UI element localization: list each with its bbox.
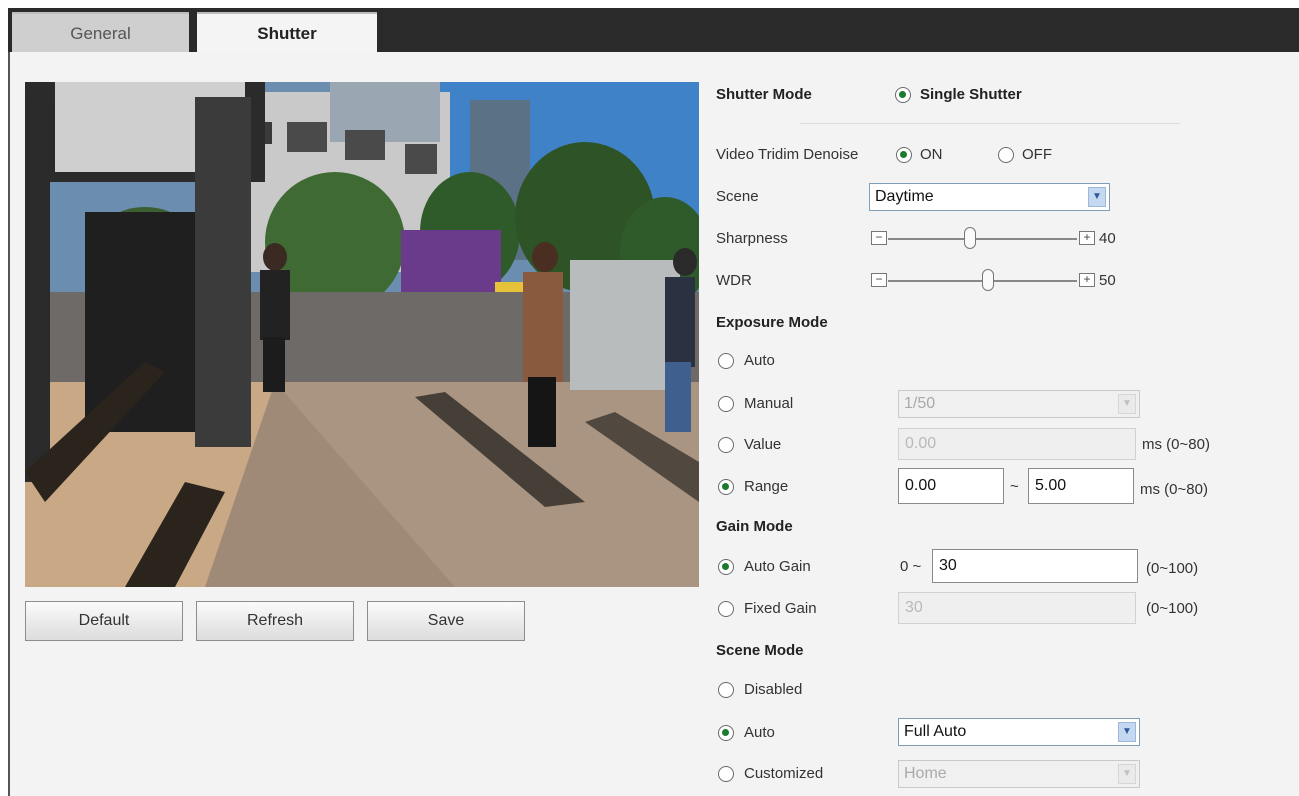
chevron-down-icon: ▼ [1118, 722, 1136, 742]
wdr-decrease-button[interactable]: − [871, 273, 887, 287]
scene-select-value: Daytime [875, 188, 934, 205]
scene-mode-disabled-radio[interactable] [718, 682, 734, 698]
wdr-slider-thumb[interactable] [982, 269, 994, 291]
auto-gain-label: Auto Gain [744, 558, 811, 575]
wdr-label: WDR [716, 272, 752, 289]
fixed-gain-label: Fixed Gain [744, 600, 817, 617]
single-shutter-radio[interactable] [895, 87, 911, 103]
scene-mode-customized-label: Customized [744, 765, 824, 782]
scene-label: Scene [716, 188, 759, 205]
save-button[interactable]: Save [367, 601, 525, 641]
auto-gain-input[interactable]: 30 [932, 549, 1138, 583]
exposure-auto-label: Auto [744, 352, 775, 369]
exposure-value-radio[interactable] [718, 437, 734, 453]
video-preview-image [25, 82, 699, 587]
scene-mode-auto-select[interactable]: Full Auto ▼ [898, 718, 1140, 746]
scene-mode-customized-value: Home [904, 765, 947, 782]
exposure-value-input[interactable]: 0.00 [898, 428, 1136, 460]
sharpness-decrease-button[interactable]: − [871, 231, 887, 245]
fixed-gain-range: (0~100) [1146, 600, 1199, 617]
exposure-range-radio[interactable] [718, 479, 734, 495]
exposure-range-min-input[interactable]: 0.00 [898, 468, 1004, 504]
scene-mode-title: Scene Mode [716, 642, 804, 659]
video-preview [25, 82, 699, 587]
chevron-down-icon: ▼ [1088, 187, 1106, 207]
auto-gain-prefix: 0 ~ [900, 558, 922, 575]
wdr-value: 50 [1099, 272, 1116, 289]
shutter-mode-label: Shutter Mode [716, 86, 812, 103]
section-divider [800, 123, 1180, 124]
auto-gain-range: (0~100) [1146, 560, 1199, 577]
tab-shutter[interactable]: Shutter [197, 12, 377, 52]
exposure-value-range: ms (0~80) [1142, 436, 1210, 453]
exposure-manual-value: 1/50 [904, 395, 936, 412]
exposure-manual-select[interactable]: 1/50 ▼ [898, 390, 1140, 418]
scene-select[interactable]: Daytime ▼ [869, 183, 1110, 211]
exposure-mode-title: Exposure Mode [716, 314, 828, 331]
shutter-settings-page: General Shutter Default Refresh Save Shu… [0, 0, 1299, 796]
exposure-manual-label: Manual [744, 395, 794, 412]
sharpness-increase-button[interactable]: + [1079, 231, 1095, 245]
fixed-gain-radio[interactable] [718, 601, 734, 617]
scene-mode-customized-select[interactable]: Home ▼ [898, 760, 1140, 788]
refresh-button[interactable]: Refresh [196, 601, 354, 641]
denoise-off-radio[interactable] [998, 147, 1014, 163]
panel-left-border [8, 52, 10, 796]
single-shutter-label: Single Shutter [920, 86, 1022, 103]
exposure-range-max-input[interactable]: 5.00 [1028, 468, 1134, 504]
scene-mode-auto-label: Auto [744, 724, 775, 741]
chevron-down-icon: ▼ [1118, 394, 1136, 414]
exposure-manual-radio[interactable] [718, 396, 734, 412]
gain-mode-title: Gain Mode [716, 518, 793, 535]
scene-mode-disabled-label: Disabled [744, 681, 803, 698]
fixed-gain-input[interactable]: 30 [898, 592, 1136, 624]
exposure-auto-radio[interactable] [718, 353, 734, 369]
sharpness-slider-thumb[interactable] [964, 227, 976, 249]
denoise-on-radio[interactable] [896, 147, 912, 163]
default-button[interactable]: Default [25, 601, 183, 641]
exposure-range-unit: ms (0~80) [1140, 481, 1208, 498]
auto-gain-radio[interactable] [718, 559, 734, 575]
exposure-value-label: Value [744, 436, 782, 453]
scene-mode-auto-value: Full Auto [904, 723, 967, 740]
sharpness-label: Sharpness [716, 230, 788, 247]
denoise-label: Video Tridim Denoise [716, 146, 859, 163]
wdr-increase-button[interactable]: + [1079, 273, 1095, 287]
sharpness-value: 40 [1099, 230, 1116, 247]
scene-mode-customized-radio[interactable] [718, 766, 734, 782]
exposure-range-label: Range [744, 478, 789, 495]
denoise-off-label: OFF [1022, 146, 1052, 163]
exposure-range-separator: ~ [1010, 478, 1019, 495]
chevron-down-icon: ▼ [1118, 764, 1136, 784]
tab-general[interactable]: General [12, 12, 189, 52]
sharpness-slider-track[interactable] [888, 238, 1077, 240]
denoise-on-label: ON [920, 146, 943, 163]
scene-mode-auto-radio[interactable] [718, 725, 734, 741]
